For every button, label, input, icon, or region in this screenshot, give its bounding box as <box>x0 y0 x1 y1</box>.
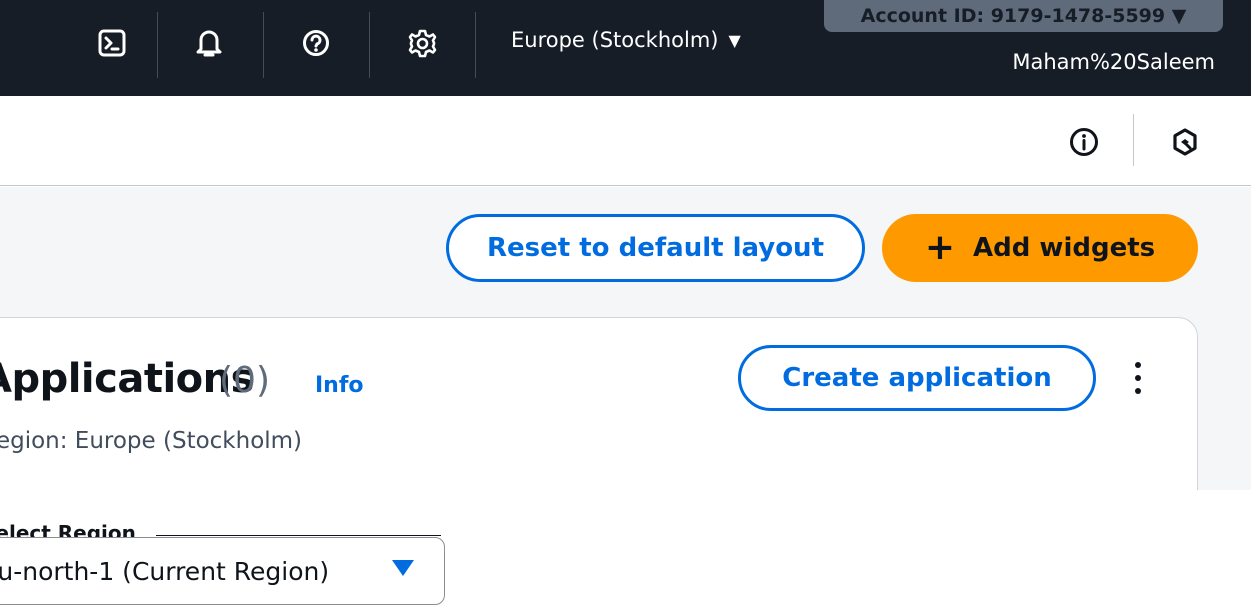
top-navigation-bar: Europe (Stockholm) ▼ Account ID: 9179-14… <box>0 0 1251 96</box>
reset-layout-button[interactable]: Reset to default layout <box>446 214 865 282</box>
toolbar-divider <box>1133 114 1134 166</box>
q-assistant-icon[interactable] <box>1167 124 1203 160</box>
create-application-button[interactable]: Create application <box>738 345 1096 411</box>
cloudshell-icon[interactable] <box>92 20 132 66</box>
plus-icon: + <box>924 227 956 268</box>
info-icon[interactable] <box>1066 124 1102 160</box>
nav-divider <box>263 12 264 78</box>
widget-region-text: Region: Europe (Stockholm) <box>0 428 303 454</box>
caret-down-icon: ▼ <box>728 30 741 50</box>
overlay-panel <box>466 490 1251 607</box>
widget-title: Applications <box>0 356 254 402</box>
account-id-badge[interactable]: Account ID: 9179-1478-5599 ▼ <box>824 0 1223 32</box>
nav-divider <box>475 12 476 78</box>
console-toolbar <box>0 96 1251 186</box>
info-link[interactable]: Info <box>315 373 364 398</box>
nav-divider <box>157 12 158 78</box>
select-region-underline <box>156 535 441 536</box>
user-menu[interactable]: Maham%20Saleem <box>1012 50 1215 74</box>
nav-divider <box>369 12 370 78</box>
widget-count: (0) <box>219 360 270 401</box>
bell-icon[interactable] <box>189 20 229 66</box>
gear-icon[interactable] <box>402 20 442 66</box>
help-icon[interactable] <box>296 20 336 66</box>
region-selector[interactable]: Europe (Stockholm) ▼ <box>511 28 741 52</box>
region-dropdown-value: eu-north-1 (Current Region) <box>0 556 330 586</box>
region-selector-label: Europe (Stockholm) <box>511 28 719 52</box>
region-dropdown[interactable]: eu-north-1 (Current Region) <box>0 537 445 605</box>
add-widgets-button[interactable]: + Add widgets <box>882 214 1198 282</box>
caret-down-icon <box>392 560 414 576</box>
more-options-icon[interactable] <box>1126 358 1150 398</box>
add-widgets-label: Add widgets <box>973 233 1156 263</box>
